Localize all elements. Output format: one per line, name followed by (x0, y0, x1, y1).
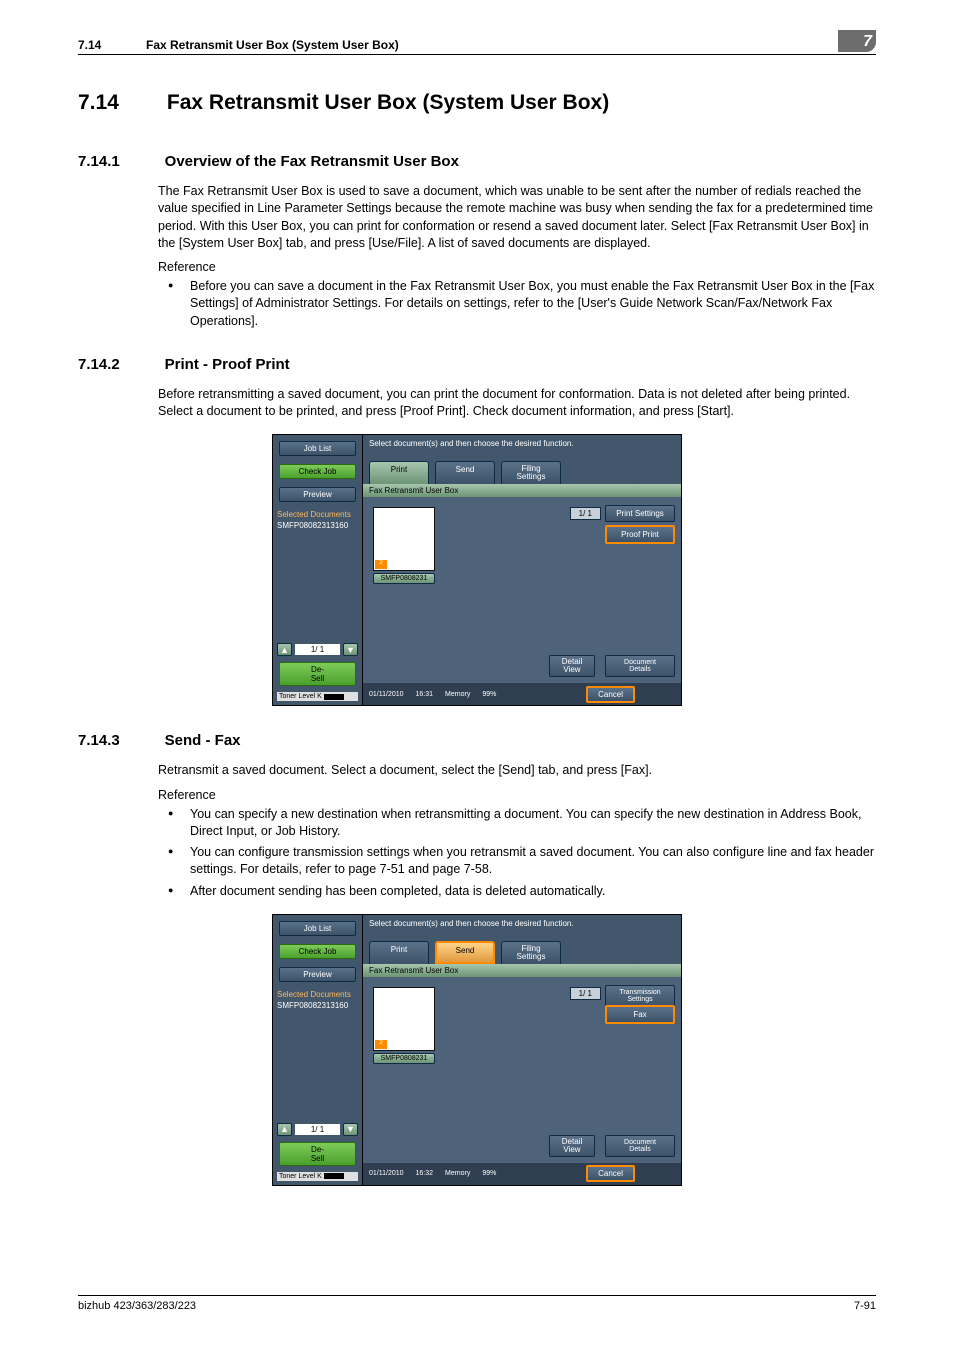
arrow-down-icon[interactable]: ▼ (343, 1123, 358, 1136)
document-details-button[interactable]: Document Details (605, 655, 675, 677)
document-details-button[interactable]: Document Details (605, 1135, 675, 1157)
reference-item: Before you can save a document in the Fa… (158, 278, 876, 330)
status-memory-pct: 99% (482, 1170, 496, 1177)
print-settings-button[interactable]: Print Settings (605, 505, 675, 522)
selected-documents-label: Selected Documents (277, 990, 358, 999)
page-indicator-small: 1/ 1 (295, 1124, 340, 1135)
arrow-up-icon[interactable]: ▲ (277, 1123, 292, 1136)
footer-product: bizhub 423/363/283/223 (78, 1300, 196, 1312)
status-date: 01/11/2010 (369, 691, 404, 698)
document-thumbnail[interactable]: 2 (373, 987, 435, 1051)
subsection-number: 7.14.1 (78, 153, 158, 170)
chapter-badge: 7 (838, 30, 876, 52)
reference-item: You can configure transmission settings … (158, 844, 876, 879)
deselect-button[interactable]: De- Sell (279, 1142, 356, 1166)
page-count-badge: 2 (375, 560, 387, 569)
subsection-heading: 7.14.2 Print - Proof Print (78, 348, 876, 376)
body-paragraph: Retransmit a saved document. Select a do… (158, 762, 876, 779)
tab-send[interactable]: Send (435, 941, 495, 964)
arrow-down-icon[interactable]: ▼ (343, 643, 358, 656)
tab-send[interactable]: Send (435, 461, 495, 484)
breadcrumb: Fax Retransmit User Box (363, 484, 681, 497)
thumbnail-label: SMFP0808231 (373, 573, 435, 584)
proof-print-button[interactable]: Proof Print (605, 525, 675, 544)
instruction-text: Select document(s) and then choose the d… (363, 915, 681, 937)
check-job-button[interactable]: Check Job (279, 464, 356, 479)
subsection-title: Send - Fax (165, 732, 241, 749)
subsection-title: Print - Proof Print (165, 356, 290, 373)
selected-document-name: SMFP08082313160 (277, 1001, 358, 1010)
section-heading: 7.14 Fax Retransmit User Box (System Use… (78, 80, 876, 117)
transmission-settings-button[interactable]: Transmission Settings (605, 985, 675, 1007)
running-header: 7.14 Fax Retransmit User Box (System Use… (78, 38, 876, 55)
subsection-number: 7.14.3 (78, 732, 158, 749)
cancel-button[interactable]: Cancel (586, 686, 635, 703)
cancel-button[interactable]: Cancel (586, 1165, 635, 1182)
reference-list: You can specify a new destination when r… (158, 806, 876, 900)
header-section-number: 7.14 (78, 38, 146, 52)
check-job-button[interactable]: Check Job (279, 944, 356, 959)
thumbnail-label: SMFP0808231 (373, 1053, 435, 1064)
tab-print[interactable]: Print (369, 941, 429, 964)
job-list-button[interactable]: Job List (279, 921, 356, 936)
status-time: 16:31 (416, 691, 434, 698)
subsection-heading: 7.14.1 Overview of the Fax Retransmit Us… (78, 145, 876, 173)
instruction-text: Select document(s) and then choose the d… (363, 435, 681, 457)
device-screenshot-print: Job List Check Job Preview Selected Docu… (272, 434, 682, 706)
page-footer: bizhub 423/363/283/223 7-91 (78, 1295, 876, 1312)
document-thumbnail[interactable]: 2 (373, 507, 435, 571)
tab-filing-settings[interactable]: Filing Settings (501, 941, 561, 964)
deselect-button[interactable]: De- Sell (279, 662, 356, 686)
detail-view-button[interactable]: Detail View (549, 1135, 595, 1157)
header-section-title: Fax Retransmit User Box (System User Box… (146, 38, 876, 52)
status-memory-label: Memory (445, 1170, 470, 1177)
status-time: 16:32 (416, 1170, 434, 1177)
page-count-badge: 2 (375, 1040, 387, 1049)
subsection-number: 7.14.2 (78, 356, 158, 373)
body-paragraph: Before retransmitting a saved document, … (158, 386, 876, 421)
job-list-button[interactable]: Job List (279, 441, 356, 456)
section-number: 7.14 (78, 91, 158, 115)
status-date: 01/11/2010 (369, 1170, 404, 1177)
toner-level: Toner Level K (277, 692, 358, 701)
reference-item: After document sending has been complete… (158, 883, 876, 900)
detail-view-button[interactable]: Detail View (549, 655, 595, 677)
reference-item: You can specify a new destination when r… (158, 806, 876, 841)
tab-print[interactable]: Print (369, 461, 429, 484)
device-screenshot-send: Job List Check Job Preview Selected Docu… (272, 914, 682, 1186)
page-indicator: 1/ 1 (570, 987, 601, 1000)
footer-page-number: 7-91 (854, 1300, 876, 1312)
fax-button[interactable]: Fax (605, 1005, 675, 1024)
toner-level: Toner Level K (277, 1172, 358, 1181)
reference-label: Reference (158, 260, 876, 274)
preview-button[interactable]: Preview (279, 967, 356, 982)
tab-filing-settings[interactable]: Filing Settings (501, 461, 561, 484)
body-paragraph: The Fax Retransmit User Box is used to s… (158, 183, 876, 252)
section-title: Fax Retransmit User Box (System User Box… (167, 91, 609, 114)
page-indicator: 1/ 1 (570, 507, 601, 520)
page-indicator-small: 1/ 1 (295, 644, 340, 655)
arrow-up-icon[interactable]: ▲ (277, 643, 292, 656)
preview-button[interactable]: Preview (279, 487, 356, 502)
reference-list: Before you can save a document in the Fa… (158, 278, 876, 330)
selected-document-name: SMFP08082313160 (277, 521, 358, 530)
selected-documents-label: Selected Documents (277, 510, 358, 519)
reference-label: Reference (158, 788, 876, 802)
status-memory-pct: 99% (482, 691, 496, 698)
breadcrumb: Fax Retransmit User Box (363, 964, 681, 977)
subsection-heading: 7.14.3 Send - Fax (78, 724, 876, 752)
subsection-title: Overview of the Fax Retransmit User Box (165, 153, 459, 170)
status-memory-label: Memory (445, 691, 470, 698)
